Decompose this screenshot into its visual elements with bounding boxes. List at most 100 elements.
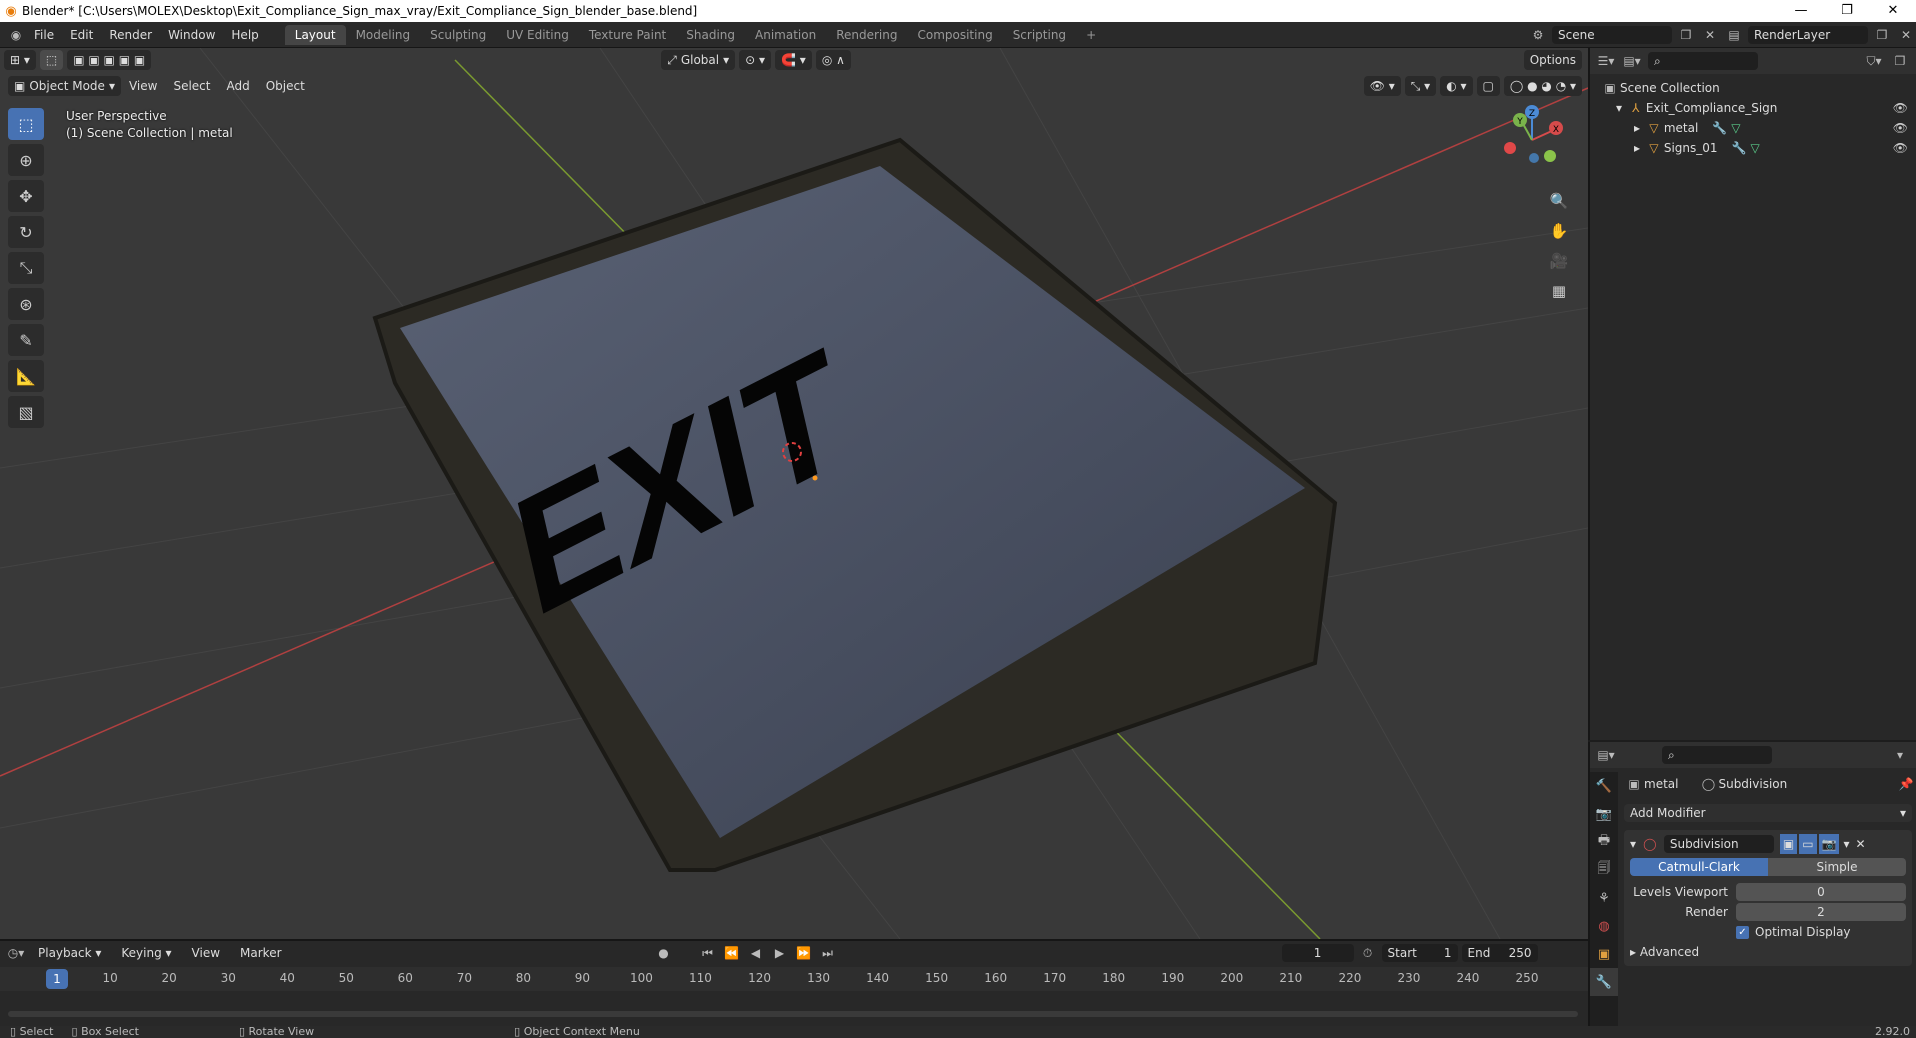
levels-viewport-field[interactable]: 0 (1736, 883, 1906, 901)
render-toggle-icon[interactable]: 📷 (1818, 834, 1840, 854)
menu-window[interactable]: Window (160, 22, 223, 48)
jump-keyframe-forward-icon[interactable]: ⏩ (794, 946, 814, 960)
menu-select[interactable]: Select (165, 76, 218, 96)
modifier-name-field[interactable]: Subdivision (1663, 835, 1774, 853)
camera-icon[interactable]: 🎥 (1546, 248, 1572, 274)
start-frame-field[interactable]: Start 1 (1381, 944, 1458, 962)
object-mode-dropdown[interactable]: ▣ Object Mode ▾ (8, 76, 121, 96)
frame-ruler[interactable]: 1102030405060708090100110120130140150160… (0, 967, 1588, 991)
expand-arrow-icon[interactable]: ▸ (1634, 118, 1644, 138)
options-dropdown[interactable]: Options (1523, 50, 1582, 70)
visibility-eye-icon[interactable]: 👁 (1893, 98, 1908, 118)
render-tab-icon[interactable]: 📷 (1590, 800, 1618, 828)
transform-tool-icon[interactable]: ⊛ (8, 288, 44, 320)
select-box-tool-icon[interactable]: ⬚ (8, 108, 44, 140)
minimize-button[interactable]: — (1778, 0, 1824, 22)
jump-end-icon[interactable]: ⏭ (818, 946, 838, 961)
auto-keying-icon[interactable]: ● (654, 946, 674, 960)
menu-render[interactable]: Render (101, 22, 160, 48)
tab-uv-editing[interactable]: UV Editing (496, 25, 579, 45)
viewport-toggle-icon[interactable]: ▭ (1799, 834, 1817, 854)
tab-catmull-clark[interactable]: Catmull-Clark (1630, 858, 1768, 876)
grid-view-icon[interactable]: ▦ (1546, 278, 1572, 304)
world-tab-icon[interactable]: ◍ (1590, 912, 1618, 940)
close-button[interactable]: ✕ (1870, 0, 1916, 22)
xray-icon[interactable]: ▢ (1476, 76, 1500, 96)
mesh-data-icon[interactable]: ▽ (1751, 138, 1760, 158)
modifier-tab-icon[interactable]: 🔧 (1590, 968, 1618, 996)
outliner-row-signs-01[interactable]: ▸ ▽ Signs_01 🔧 ▽ 👁 (1590, 138, 1916, 158)
outliner-editor-icon[interactable]: ☰▾ (1596, 54, 1616, 68)
navigation-gizmo[interactable]: Z X Y (1486, 100, 1576, 180)
editor-type-button[interactable]: ⊞ ▾ (4, 50, 36, 70)
tab-shading[interactable]: Shading (676, 25, 745, 45)
advanced-subpanel[interactable]: ▸ Advanced (1630, 942, 1906, 962)
tab-layout[interactable]: Layout (284, 24, 346, 45)
move-tool-icon[interactable]: ✥ (8, 180, 44, 212)
menu-edit[interactable]: Edit (62, 22, 101, 48)
playhead[interactable]: 1 (46, 969, 68, 989)
mesh-data-icon[interactable]: ▽ (1731, 118, 1740, 138)
tab-scripting[interactable]: Scripting (1003, 25, 1076, 45)
render-levels-field[interactable]: 2 (1736, 903, 1906, 921)
outliner-search-icon[interactable]: ⌕ (1648, 52, 1758, 70)
timeline-editor-icon[interactable]: ◷▾ (6, 946, 26, 960)
output-tab-icon[interactable]: 🖶 (1590, 828, 1618, 856)
select-mode-set-icon[interactable]: ▣ ▣ ▣ ▣ ▣ (67, 50, 152, 70)
outliner-row-scene-collection[interactable]: ▣ Scene Collection (1590, 78, 1916, 98)
jump-keyframe-back-icon[interactable]: ⏪ (722, 946, 742, 960)
timeline-scrollbar[interactable] (8, 1011, 1578, 1017)
pin-icon[interactable]: 📌 (1896, 774, 1916, 794)
new-layer-icon[interactable]: ❐ (1872, 28, 1892, 42)
tool-tab-icon[interactable]: 🔨 (1590, 772, 1618, 800)
scene-icon[interactable]: ⚙ (1528, 28, 1548, 42)
menu-object[interactable]: Object (258, 76, 313, 96)
viewport-3d[interactable]: EXIT ⊞ ▾ ⬚ ▣ ▣ ▣ ▣ ▣ ⤢ Global ▾ ⊙ ▾ 🧲 ▾ … (0, 48, 1588, 939)
menu-add[interactable]: Add (218, 76, 257, 96)
editmode-toggle-icon[interactable]: ▣ (1779, 834, 1798, 854)
scene-field[interactable]: Scene (1552, 26, 1672, 44)
tab-modeling[interactable]: Modeling (346, 25, 421, 45)
view-layer-tab-icon[interactable]: 🗐 (1590, 856, 1618, 884)
cursor-tool-icon[interactable]: ⊕ (8, 144, 44, 176)
modifier-wrench-icon[interactable]: 🔧 (1712, 118, 1727, 138)
menu-help[interactable]: Help (223, 22, 266, 48)
jump-start-icon[interactable]: ⏮ (698, 946, 718, 961)
rotate-tool-icon[interactable]: ↻ (8, 216, 44, 248)
viewport-scene[interactable]: EXIT (0, 48, 1588, 939)
optimal-display-row[interactable]: ✓ Optimal Display (1630, 922, 1906, 942)
expand-arrow-icon[interactable]: ▸ (1630, 942, 1640, 962)
object-tab-icon[interactable]: ▣ (1590, 940, 1618, 968)
display-mode-icon[interactable]: ▤▾ (1622, 54, 1642, 68)
remove-modifier-icon[interactable]: ✕ (1856, 834, 1866, 854)
visibility-icon[interactable]: 👁 ▾ (1363, 76, 1401, 96)
tab-simple[interactable]: Simple (1768, 858, 1906, 876)
shading-mode-icons[interactable]: ◯ ● ◕ ◔ ▾ (1503, 76, 1582, 96)
menu-playback[interactable]: Playback ▾ (30, 943, 109, 963)
properties-search-icon[interactable]: ⌕ (1662, 746, 1772, 764)
properties-editor-icon[interactable]: ▤▾ (1596, 748, 1616, 762)
menu-marker[interactable]: Marker (232, 943, 289, 963)
tab-animation[interactable]: Animation (745, 25, 826, 45)
annotate-tool-icon[interactable]: ✎ (8, 324, 44, 356)
expand-arrow-icon[interactable]: ▸ (1634, 138, 1644, 158)
options-chevron-icon[interactable]: ▾ (1890, 748, 1910, 762)
play-icon[interactable]: ▶ (770, 946, 790, 960)
tab-texture-paint[interactable]: Texture Paint (579, 25, 676, 45)
gizmo-toggle-icon[interactable]: ⤡ ▾ (1404, 76, 1437, 96)
visibility-eye-icon[interactable]: 👁 (1893, 118, 1908, 138)
transform-orientation-dropdown[interactable]: ⤢ Global ▾ (661, 50, 736, 70)
maximize-button[interactable]: ❐ (1824, 0, 1870, 22)
tool-select-icon[interactable]: ⬚ (39, 50, 64, 70)
scene-tab-icon[interactable]: ⚘ (1590, 884, 1618, 912)
pivot-icon[interactable]: ⊙ ▾ (739, 50, 772, 70)
pan-hand-icon[interactable]: ✋ (1546, 218, 1572, 244)
render-layer-icon[interactable]: ▤ (1724, 28, 1744, 42)
menu-timeline-view[interactable]: View (184, 943, 228, 963)
zoom-icon[interactable]: 🔍 (1546, 188, 1572, 214)
blender-menu-icon[interactable]: ◉ (6, 28, 26, 42)
end-frame-field[interactable]: End 250 (1461, 944, 1538, 962)
play-reverse-icon[interactable]: ◀ (746, 946, 766, 960)
render-layer-field[interactable]: RenderLayer (1748, 26, 1868, 44)
menu-file[interactable]: File (26, 22, 62, 48)
